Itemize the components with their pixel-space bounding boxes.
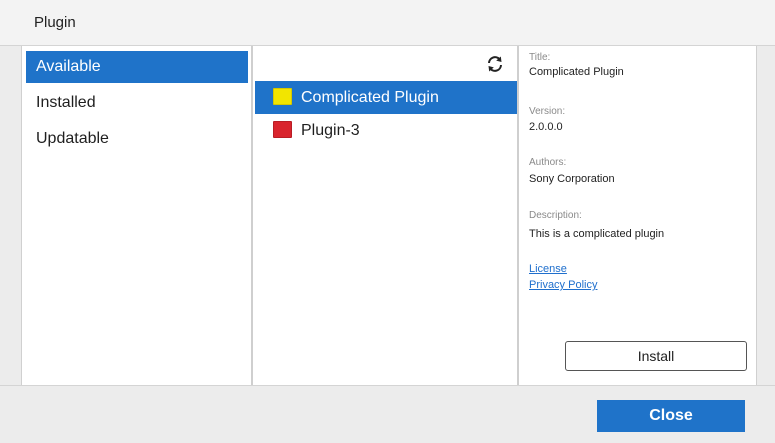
plugin-color-swatch (273, 121, 292, 138)
description-value: This is a complicated plugin (529, 228, 665, 240)
plugin-item-plugin-3[interactable]: Plugin-3 (255, 114, 517, 147)
plugin-color-swatch (273, 88, 292, 105)
close-button[interactable]: Close (597, 400, 745, 432)
version-value: 2.0.0.0 (529, 121, 563, 133)
plugin-item-label: Plugin-3 (301, 122, 360, 139)
privacy-policy-link[interactable]: Privacy Policy (529, 279, 597, 291)
description-label: Description: (529, 210, 582, 221)
plugin-item-label: Complicated Plugin (301, 89, 439, 106)
title-bar: Plugin (0, 0, 775, 46)
footer-bar: Close (0, 385, 775, 443)
category-available[interactable]: Available (26, 51, 248, 83)
plugin-list-pane: Complicated Plugin Plugin-3 (255, 46, 519, 385)
category-pane: Available Installed Updatable (22, 46, 253, 385)
window-title: Plugin (34, 14, 76, 31)
category-updatable[interactable]: Updatable (26, 123, 248, 155)
install-button[interactable]: Install (565, 341, 747, 371)
authors-label: Authors: (529, 157, 567, 168)
plugin-details-pane: Title: Complicated Plugin Version: 2.0.0… (521, 46, 757, 385)
title-label: Title: (529, 52, 551, 63)
dialog-body: Available Installed Updatable Complicate… (21, 46, 757, 385)
category-installed[interactable]: Installed (26, 87, 248, 119)
plugin-dialog: Plugin Available Installed Updatable Com… (0, 0, 775, 443)
authors-value: Sony Corporation (529, 173, 615, 185)
title-value: Complicated Plugin (529, 66, 624, 78)
version-label: Version: (529, 106, 566, 117)
license-link[interactable]: License (529, 263, 567, 275)
refresh-icon[interactable] (485, 54, 505, 74)
plugin-item-complicated[interactable]: Complicated Plugin (255, 81, 517, 114)
